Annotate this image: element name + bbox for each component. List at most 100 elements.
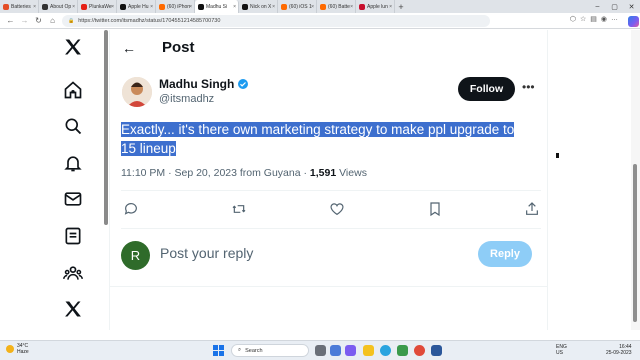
scrollbar-thumb[interactable] [633, 164, 637, 322]
messages-icon[interactable] [62, 188, 84, 210]
browser-tab[interactable]: About Op × [39, 0, 78, 13]
address-bar[interactable]: 🔒 https://twitter.com/itsmadhz/status/17… [62, 15, 490, 27]
share-icon[interactable] [524, 201, 540, 217]
tab-close-icon[interactable]: × [311, 4, 314, 10]
tab-close-icon[interactable]: × [111, 4, 114, 10]
home-icon[interactable] [62, 79, 84, 101]
views-count: 1,591 [309, 167, 337, 179]
browser-tab[interactable]: Apple Hu × [117, 0, 156, 13]
views-label: Views [336, 167, 367, 179]
post-detail-column: ← Post Madhu Singh @itsmadhz Follow ••• … [110, 30, 548, 330]
chrome-icon[interactable] [414, 345, 425, 356]
teams-icon[interactable] [345, 345, 356, 356]
tab-close-icon[interactable]: × [272, 4, 275, 10]
tab-close-icon[interactable]: × [150, 4, 153, 10]
notifications-icon[interactable] [62, 152, 84, 174]
tab-close-icon[interactable]: × [72, 4, 75, 10]
new-tab-button[interactable]: + [395, 0, 407, 13]
author-handle[interactable]: @itsmadhz [159, 93, 214, 105]
post-actions [121, 201, 541, 219]
browser-tab[interactable]: Apple lun × [356, 0, 395, 13]
more-options-icon[interactable]: ••• [522, 80, 535, 94]
premium-x-icon[interactable] [62, 298, 84, 320]
tab-label: PlunkaWe [89, 3, 112, 10]
tab-label: Madhu Si [206, 3, 228, 10]
collections-icon[interactable]: ▤ [590, 15, 597, 23]
follow-button[interactable]: Follow [458, 77, 515, 101]
tab-label: About Op [50, 3, 72, 10]
settings-menu-icon[interactable]: … [611, 15, 618, 23]
verified-badge-icon [238, 79, 249, 89]
system-clock[interactable]: 16:44 25-09-2023 [606, 344, 632, 356]
refresh-icon[interactable]: ↻ [32, 16, 45, 25]
author-name[interactable]: Madhu Singh [159, 77, 249, 91]
tab-favicon-icon [359, 3, 365, 10]
close-window-button[interactable]: ✕ [623, 0, 640, 13]
back-arrow-icon[interactable]: ← [122, 40, 136, 56]
x-logo-icon[interactable] [62, 36, 84, 58]
browser-tab[interactable]: (60) Batte × [317, 0, 356, 13]
divider [121, 228, 541, 229]
post-metadata: 11:10 PM · Sep 20, 2023 from Guyana · 1,… [121, 167, 367, 179]
tab-close-icon[interactable]: × [189, 4, 192, 10]
file-explorer-icon[interactable] [363, 345, 374, 356]
reply-icon[interactable] [123, 201, 139, 217]
tab-favicon-icon [198, 3, 204, 10]
lists-icon[interactable] [62, 225, 84, 247]
copilot-icon[interactable] [628, 16, 639, 27]
profile-icon[interactable]: ◉ [601, 15, 607, 23]
maximize-button[interactable]: ▢ [606, 0, 623, 13]
back-nav-icon[interactable]: ← [4, 16, 17, 25]
reply-avatar[interactable]: R [121, 241, 150, 270]
tab-close-icon[interactable]: × [233, 4, 236, 10]
weather-widget[interactable]: 34°C Haze [6, 343, 29, 355]
widgets-icon[interactable] [330, 345, 341, 356]
weather-desc: Haze [17, 349, 29, 355]
browser-tab[interactable]: Madhu Si × [195, 0, 239, 13]
tab-label: (60) iOS 1 [289, 3, 312, 10]
tab-label: (60) Batte [328, 3, 350, 10]
browser-tab[interactable]: Nick on X × [239, 0, 278, 13]
page-scrollbar[interactable] [631, 30, 640, 330]
communities-icon[interactable] [62, 262, 84, 284]
favorites-icon[interactable]: ☆ [580, 15, 586, 23]
author-name-text: Madhu Singh [159, 77, 235, 91]
tab-favicon-icon [120, 3, 126, 10]
taskbar-search-text: Search [245, 347, 263, 354]
search-icon: ⌕ [238, 347, 242, 353]
reply-button[interactable]: Reply [478, 241, 532, 267]
repost-icon[interactable] [231, 201, 247, 217]
task-view-icon[interactable] [315, 345, 326, 356]
post-text[interactable]: Exactly... it's there own marketing stra… [121, 120, 516, 158]
extensions-icon[interactable]: ⬡ [570, 15, 576, 23]
home-nav-icon[interactable]: ⌂ [46, 16, 59, 25]
bookmark-icon[interactable] [427, 201, 443, 217]
tab-close-icon[interactable]: × [350, 4, 353, 10]
browser-tab[interactable]: PlunkaWe × [78, 0, 117, 13]
search-icon[interactable] [62, 115, 84, 137]
browser-tab[interactable]: Batteries × [0, 0, 39, 13]
browser-tab[interactable]: (60) iPhon × [156, 0, 195, 13]
region-text: US [556, 350, 563, 356]
minimize-button[interactable]: – [589, 0, 606, 13]
edge-icon[interactable] [380, 345, 391, 356]
browser-tab[interactable]: (60) iOS 1 × [278, 0, 317, 13]
left-scrollbar[interactable] [104, 30, 108, 225]
tab-favicon-icon [159, 3, 165, 10]
page-title: Post [162, 39, 195, 56]
tab-favicon-icon [281, 3, 287, 10]
post-timestamp[interactable]: 11:10 PM · Sep 20, 2023 from Guyana · [121, 167, 310, 179]
tab-close-icon[interactable]: × [389, 4, 392, 10]
forward-nav-icon[interactable]: → [18, 16, 31, 25]
language-indicator[interactable]: ENG US [556, 344, 567, 356]
avatar[interactable] [122, 77, 152, 107]
reply-input[interactable]: Post your reply [160, 245, 253, 261]
tab-close-icon[interactable]: × [33, 4, 36, 10]
windows-start-icon[interactable] [213, 345, 224, 356]
window-controls: – ▢ ✕ [589, 0, 640, 13]
like-icon[interactable] [329, 201, 345, 217]
app-icon[interactable] [397, 345, 408, 356]
tab-label: Nick on X [250, 3, 272, 10]
word-icon[interactable] [431, 345, 442, 356]
taskbar-search[interactable]: ⌕ Search [231, 344, 309, 357]
